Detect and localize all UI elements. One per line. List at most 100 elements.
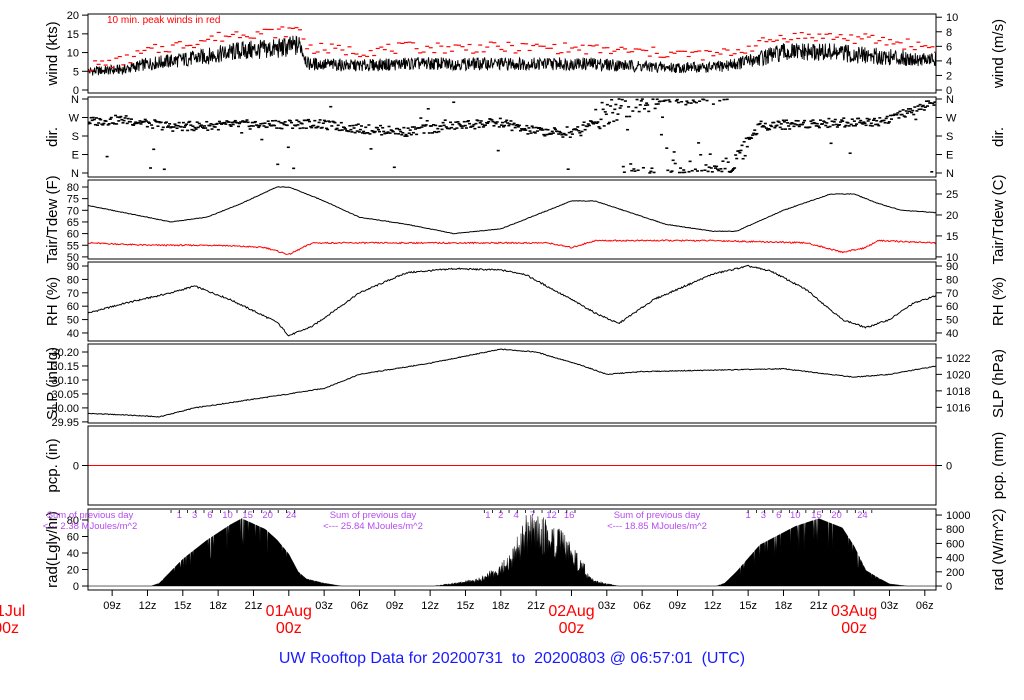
- direction-mark: [280, 127, 284, 130]
- date-label: 01Aug: [266, 603, 312, 620]
- direction-mark: [873, 117, 877, 120]
- right-axis-label: wind (m/s): [990, 19, 1007, 89]
- direction-mark: [576, 126, 580, 128]
- direction-mark: [827, 117, 831, 120]
- direction-mark: [496, 149, 500, 152]
- direction-mark: [811, 119, 815, 121]
- direction-mark: [530, 125, 534, 127]
- direction-mark: [903, 116, 907, 118]
- time-axis: 09z 12z 15z 18z 21z 03z 06z 09z 12z 15z 18z 21z 03z 0…: [0, 590, 934, 637]
- direction-mark: [402, 126, 406, 129]
- time-tick-label: 06z: [351, 600, 369, 612]
- right-tick-label: 60: [946, 301, 958, 313]
- date-label: 03Aug: [831, 603, 877, 620]
- direction-mark: [406, 127, 410, 129]
- direction-mark: [704, 164, 708, 166]
- right-tick-label: 0: [946, 581, 952, 593]
- direction-mark: [792, 125, 796, 128]
- direction-mark: [838, 123, 842, 126]
- direction-mark: [605, 103, 609, 106]
- direction-mark: [780, 128, 784, 130]
- direction-mark: [301, 127, 305, 129]
- direction-mark: [689, 102, 693, 104]
- right-tick-label: E: [946, 149, 953, 161]
- direction-mark: [441, 121, 445, 124]
- direction-mark: [878, 117, 882, 119]
- direction-mark: [703, 169, 707, 172]
- dir-panel-frame: [87, 96, 937, 178]
- direction-mark: [724, 157, 728, 160]
- direction-mark: [616, 113, 620, 115]
- direction-mark: [926, 105, 930, 107]
- direction-mark: [152, 148, 156, 151]
- direction-mark: [467, 120, 471, 122]
- cumulative-marker: 3: [761, 510, 766, 521]
- direction-mark: [648, 172, 652, 174]
- right-axis-label: pcp. (mm): [990, 432, 1007, 500]
- direction-mark: [231, 123, 235, 126]
- direction-mark: [224, 123, 228, 125]
- direction-mark: [359, 125, 363, 127]
- direction-mark: [832, 121, 836, 123]
- direction-mark: [564, 134, 568, 136]
- time-tick-label: 03z: [881, 600, 899, 612]
- direction-mark: [336, 124, 340, 127]
- direction-mark: [419, 117, 423, 119]
- direction-mark: [687, 170, 691, 173]
- direction-mark: [275, 127, 279, 129]
- direction-mark: [612, 120, 616, 123]
- time-tick-label: 12z: [421, 600, 439, 612]
- direction-mark: [258, 124, 262, 127]
- direction-mark: [734, 154, 738, 156]
- direction-mark: [393, 132, 397, 135]
- time-tick-label: 12z: [704, 600, 722, 612]
- temp-series-tair: [88, 186, 936, 235]
- direction-mark: [779, 123, 783, 125]
- right-tick-label: 200: [946, 567, 964, 579]
- direction-mark: [104, 120, 108, 122]
- direction-mark: [335, 127, 339, 130]
- direction-mark: [477, 126, 481, 129]
- direction-mark: [666, 169, 670, 172]
- direction-mark: [559, 132, 563, 134]
- direction-mark: [160, 128, 164, 131]
- direction-mark: [627, 106, 631, 108]
- left-tick-label: 80: [67, 274, 79, 286]
- direction-mark: [188, 120, 192, 123]
- direction-mark: [742, 140, 746, 143]
- direction-mark: [680, 100, 684, 103]
- direction-mark: [373, 130, 377, 133]
- direction-mark: [763, 122, 767, 125]
- time-tick-label: 21z: [245, 600, 263, 612]
- direction-mark: [147, 122, 151, 124]
- direction-mark: [400, 133, 404, 136]
- direction-mark: [486, 122, 490, 124]
- time-tick-label: 18z: [775, 600, 793, 612]
- direction-mark: [847, 125, 851, 127]
- direction-mark: [405, 135, 409, 137]
- direction-mark: [632, 168, 636, 170]
- direction-mark: [257, 126, 261, 129]
- direction-mark: [291, 127, 295, 130]
- direction-mark: [751, 134, 755, 136]
- direction-mark: [329, 105, 333, 108]
- direction-mark: [927, 100, 931, 102]
- right-tick-label: 2: [946, 70, 952, 82]
- direction-mark: [785, 119, 789, 122]
- direction-mark: [437, 130, 441, 133]
- direction-mark: [468, 122, 472, 125]
- direction-mark: [630, 169, 634, 172]
- direction-mark: [915, 110, 919, 112]
- direction-mark: [213, 126, 217, 128]
- direction-mark: [828, 125, 832, 128]
- direction-mark: [553, 128, 557, 131]
- direction-mark: [682, 169, 686, 171]
- daily-sum-value: <--- 18.85 MJoules/m^2: [607, 521, 707, 532]
- direction-mark: [884, 117, 888, 120]
- direction-mark: [238, 122, 242, 125]
- direction-mark: [285, 124, 289, 127]
- direction-mark: [452, 101, 456, 104]
- direction-mark: [321, 122, 325, 125]
- direction-mark: [596, 121, 600, 123]
- cumulative-marker: 6: [207, 510, 212, 521]
